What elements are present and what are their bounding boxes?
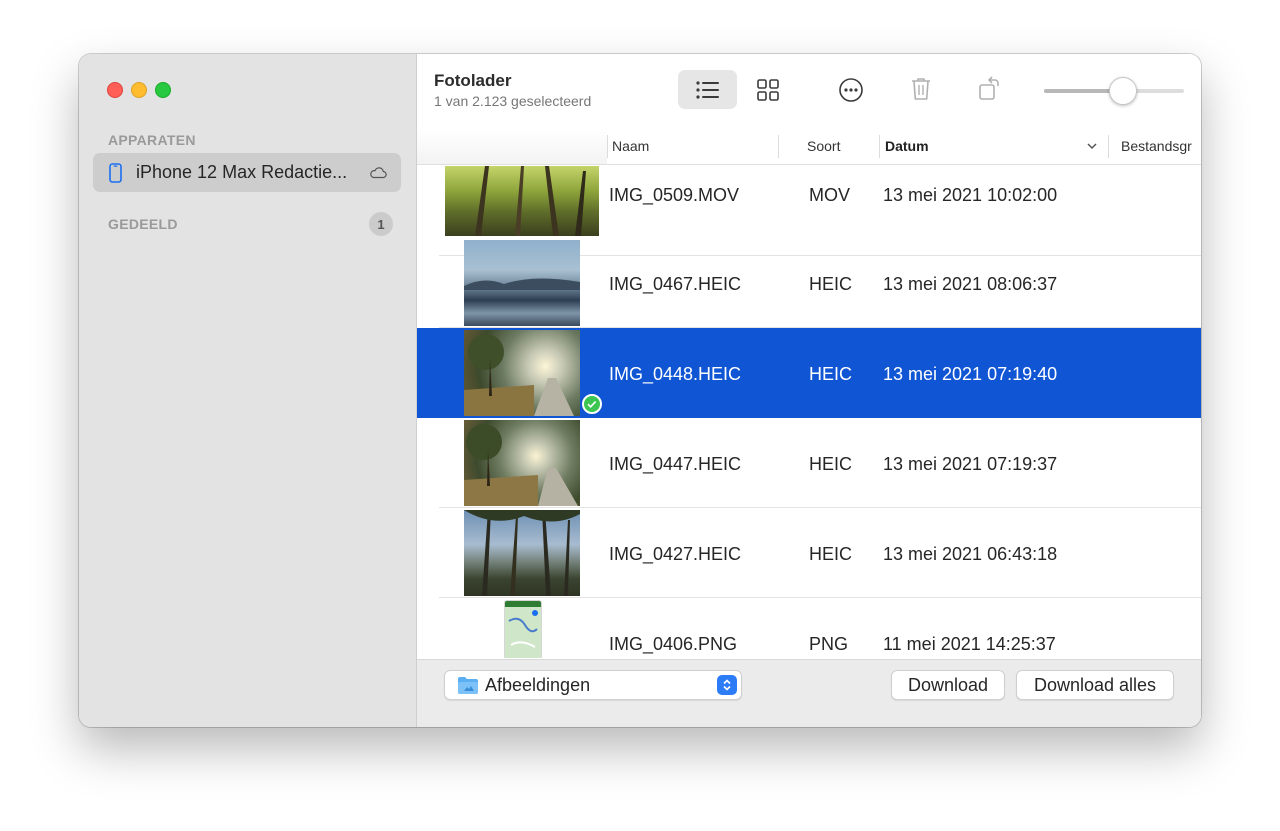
sidebar: APPARATEN iPhone 12 Max Redactie... GEDE…: [79, 54, 417, 727]
file-name: IMG_0406.PNG: [609, 634, 738, 654]
column-separator: [778, 135, 779, 158]
table-row[interactable]: IMG_0427.HEIC HEIC 13 mei 2021 06:43:18: [417, 508, 1201, 598]
iphone-icon: [109, 162, 122, 183]
photo-thumbnail-tall-trees: [464, 510, 580, 596]
minimize-window-button[interactable]: [131, 82, 147, 98]
sidebar-item-iphone[interactable]: iPhone 12 Max Redactie...: [93, 153, 401, 192]
file-kind: PNG: [809, 634, 849, 654]
photo-thumbnail-lake: [464, 240, 580, 326]
file-date: 13 mei 2021 07:19:37: [883, 454, 1058, 474]
selection-status: 1 van 2.123 geselecteerd: [434, 93, 592, 109]
column-header-size[interactable]: Bestandsgr: [1121, 138, 1192, 154]
window-title: Fotolader: [434, 71, 512, 90]
photo-thumbnail-sunrise-road: [464, 420, 580, 506]
trash-icon: [912, 78, 930, 100]
table-row[interactable]: IMG_0467.HEIC HEIC 13 mei 2021 08:06:37: [417, 238, 1201, 328]
file-kind: MOV: [809, 185, 851, 205]
table-row[interactable]: IMG_0447.HEIC HEIC 13 mei 2021 07:19:37: [417, 418, 1201, 508]
download-all-button[interactable]: Download alles: [1016, 670, 1174, 700]
slider-knob[interactable]: [1109, 77, 1137, 105]
thumbnail-column-header: [417, 128, 607, 164]
shared-section-header: GEDEELD: [108, 216, 178, 232]
table-row[interactable]: IMG_0406.PNG PNG 11 mei 2021 14:25:37: [417, 598, 1201, 658]
file-date: 13 mei 2021 06:43:18: [883, 544, 1058, 564]
icloud-icon: [370, 167, 387, 179]
column-separator: [879, 135, 880, 158]
chevron-up-down-icon[interactable]: [717, 675, 737, 695]
file-name: IMG_0427.HEIC: [609, 544, 742, 564]
photo-thumbnail-forest: [445, 166, 599, 236]
table-row-selected[interactable]: IMG_0448.HEIC HEIC 13 mei 2021 07:19:40: [417, 328, 1201, 418]
column-separator: [1108, 135, 1109, 158]
photo-list: IMG_0509.MOV MOV 13 mei 2021 10:02:00 IM…: [417, 166, 1201, 658]
grid-view-icon: [757, 79, 779, 101]
grid-view-button[interactable]: [752, 74, 784, 106]
file-name: IMG_0509.MOV: [609, 185, 740, 205]
close-window-button[interactable]: [107, 82, 123, 98]
file-date: 13 mei 2021 10:02:00: [883, 185, 1058, 205]
main-content: Fotolader 1 van 2.123 geselecteerd Naam …: [417, 54, 1201, 727]
rotate-button[interactable]: [974, 72, 1006, 106]
destination-select[interactable]: Afbeeldingen: [444, 670, 742, 700]
file-name: IMG_0448.HEIC: [609, 364, 742, 384]
photo-thumbnail-map-screenshot: [504, 600, 542, 658]
rotate-icon: [979, 76, 999, 100]
bottom-bar: Afbeeldingen Download Download alles: [417, 659, 1201, 727]
file-date: 13 mei 2021 08:06:37: [883, 274, 1058, 294]
download-button[interactable]: Download: [891, 670, 1005, 700]
zoom-window-button[interactable]: [155, 82, 171, 98]
file-date: 13 mei 2021 07:19:40: [883, 364, 1058, 384]
column-separator: [607, 135, 608, 158]
list-view-icon: [695, 80, 719, 99]
thumbnail-size-slider[interactable]: [1044, 76, 1184, 106]
devices-section-header: APPARATEN: [108, 132, 196, 148]
pictures-folder-icon: [458, 677, 478, 694]
more-icon: [839, 78, 863, 102]
file-kind: HEIC: [809, 544, 853, 564]
delete-button[interactable]: [905, 72, 937, 106]
photo-importer-window: APPARATEN iPhone 12 Max Redactie... GEDE…: [79, 54, 1201, 727]
column-header-date[interactable]: Datum: [885, 138, 929, 154]
file-kind: HEIC: [809, 454, 853, 474]
list-view-button[interactable]: [678, 70, 737, 109]
column-header-kind[interactable]: Soort: [807, 138, 840, 154]
shared-count-badge: 1: [369, 212, 393, 236]
file-date: 11 mei 2021 14:25:37: [883, 634, 1056, 654]
window-controls: [107, 82, 171, 98]
sort-chevron-down-icon[interactable]: [1086, 141, 1098, 151]
more-options-button[interactable]: [835, 74, 867, 106]
table-header: Naam Soort Datum Bestandsgr: [417, 128, 1201, 165]
photo-thumbnail-sunrise-road: [464, 330, 580, 416]
column-header-name[interactable]: Naam: [612, 138, 649, 154]
file-kind: HEIC: [809, 274, 853, 294]
sidebar-item-label: iPhone 12 Max Redactie...: [136, 162, 348, 182]
destination-value: Afbeeldingen: [485, 675, 591, 695]
file-name: IMG_0447.HEIC: [609, 454, 742, 474]
file-name: IMG_0467.HEIC: [609, 274, 742, 294]
selected-check-icon: [582, 394, 602, 414]
file-kind: HEIC: [809, 364, 853, 384]
